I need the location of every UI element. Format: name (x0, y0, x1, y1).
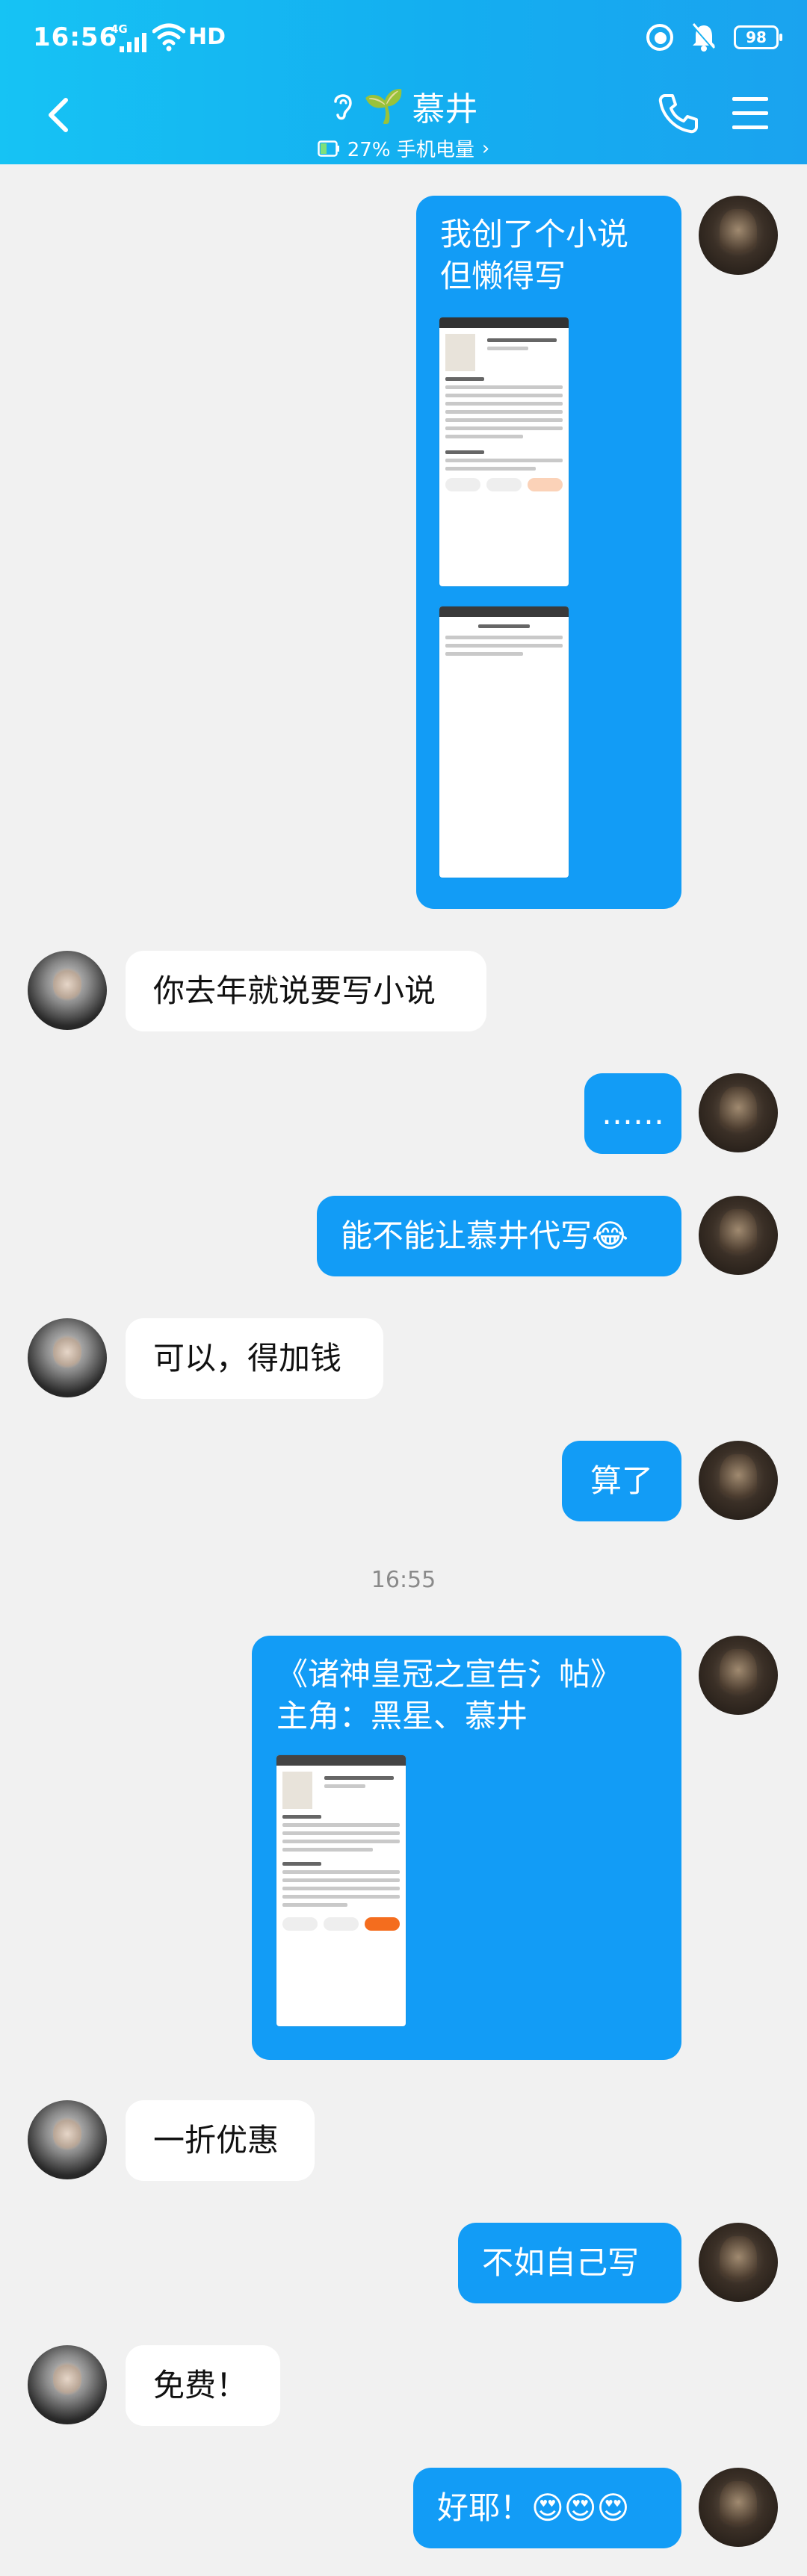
avatar[interactable] (699, 2468, 778, 2547)
message-text: 主角：黑星、慕井 (276, 1698, 528, 1734)
wifi-icon (152, 23, 185, 52)
avatar[interactable] (28, 2345, 107, 2424)
contact-title[interactable]: 🌱 慕井 (330, 82, 478, 130)
avatar[interactable] (699, 2223, 778, 2302)
battery-level: 98 (746, 28, 767, 46)
avatar[interactable] (699, 1636, 778, 1715)
message-bubble[interactable]: 好耶！😍😍😍 (413, 2468, 681, 2548)
message-text: 你去年就说要写小说 (153, 972, 436, 1009)
battery-small-icon (318, 140, 339, 157)
message-bubble[interactable]: 可以，得加钱 (126, 1318, 383, 1399)
nav-bar: 🌱 慕井 27% 手机电量 › (0, 75, 807, 164)
image-attachment[interactable] (276, 1755, 406, 2026)
message-text: 可以，得加钱 (153, 1340, 342, 1377)
image-attachment[interactable] (439, 317, 569, 586)
ear-icon (333, 94, 352, 120)
message-bubble[interactable]: 算了 (562, 1441, 681, 1521)
avatar[interactable] (699, 1073, 778, 1152)
hd-indicator: HD (188, 24, 226, 50)
avatar[interactable] (28, 1318, 107, 1397)
image-attachment[interactable] (439, 606, 569, 878)
contact-emoji: 🌱 (363, 87, 405, 125)
message-text: 一折优惠 (153, 2122, 279, 2158)
message-bubble[interactable]: 你去年就说要写小说 (126, 951, 486, 1031)
message-bubble[interactable]: 不如自己写 (458, 2223, 681, 2303)
chevron-right-icon: › (481, 137, 490, 160)
message-text: 好耶！😍😍😍 (437, 2489, 630, 2526)
message-text: 不如自己写 (482, 2244, 640, 2281)
message-text: …… (602, 1095, 664, 1132)
message-bubble[interactable]: 我创了个小说 但懒得写 (416, 196, 681, 909)
phone-battery-text: 27% 手机电量 (347, 139, 474, 161)
battery-icon: 98 (734, 25, 782, 49)
message-bubble[interactable]: 一折优惠 (126, 2100, 315, 2181)
message-bubble[interactable]: …… (584, 1073, 681, 1154)
contact-name: 慕井 (412, 90, 478, 128)
message-text: 算了 (590, 1462, 653, 1499)
message-bubble[interactable]: 《诸神皇冠之宣告氵帖》 主角：黑星、慕井 (252, 1636, 681, 2060)
message-text: 但懒得写 (440, 258, 566, 294)
contact-subtitle: 27% 手机电量 › (318, 134, 489, 162)
chat-header: 16:56 4G HD 98 🌱 慕井 27% 手机电量 › (0, 0, 807, 164)
phone-icon[interactable] (655, 90, 702, 137)
message-text: 《诸神皇冠之宣告氵帖》 (276, 1656, 622, 1692)
mute-bell-icon (692, 23, 716, 52)
avatar[interactable] (699, 196, 778, 275)
nfc-icon (646, 24, 673, 51)
avatar[interactable] (699, 1196, 778, 1275)
message-bubble[interactable]: 免费！ (126, 2345, 280, 2426)
avatar[interactable] (28, 951, 107, 1030)
timestamp: 16:55 (371, 1567, 436, 1593)
signal-icon: 4G (111, 22, 146, 52)
message-text: 能不能让慕井代写😂 (341, 1217, 629, 1254)
status-bar: 16:56 4G HD 98 (0, 0, 807, 75)
status-time: 16:56 (33, 22, 118, 52)
message-text: 免费！ (153, 2367, 248, 2403)
avatar[interactable] (699, 1441, 778, 1520)
avatar[interactable] (28, 2100, 107, 2179)
message-text: 我创了个小说 (440, 216, 629, 252)
message-bubble[interactable]: 能不能让慕井代写😂 (317, 1196, 681, 1276)
menu-icon[interactable] (728, 93, 773, 134)
